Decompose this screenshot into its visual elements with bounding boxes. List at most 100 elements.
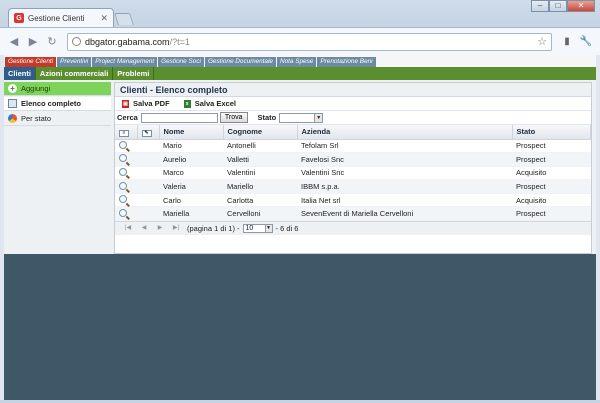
- add-icon: +: [8, 84, 17, 93]
- submenu: Clienti Azioni commerciali Problemi: [4, 67, 596, 80]
- columns-icon: ≡: [119, 129, 129, 137]
- empty-cell: [137, 206, 159, 222]
- view-cell[interactable]: [115, 206, 137, 222]
- cell-nome: Aurelio: [159, 152, 223, 167]
- empty-cell: [137, 152, 159, 167]
- column-edit[interactable]: ✎: [137, 125, 160, 140]
- bookmark-star-icon[interactable]: ☆: [537, 35, 547, 48]
- browser-tab[interactable]: G Gestione Clienti ✕: [8, 8, 114, 27]
- window-controls: – □ ✕: [531, 0, 595, 12]
- module-nota-spese[interactable]: Nota Spese: [276, 57, 317, 67]
- magnifier-icon[interactable]: [119, 208, 127, 217]
- forward-icon[interactable]: ▶: [25, 34, 41, 50]
- back-icon[interactable]: ◀: [6, 34, 22, 50]
- close-window-button[interactable]: ✕: [567, 0, 595, 12]
- column-header-nome[interactable]: Nome: [159, 125, 224, 140]
- table-row[interactable]: Marco Valentini Valentini Snc Acquisito: [115, 166, 591, 181]
- search-input[interactable]: [140, 112, 218, 123]
- table-row[interactable]: Valeria Mariello IBBM s.p.a. Prospect: [115, 179, 591, 194]
- view-cell[interactable]: [115, 193, 137, 208]
- empty-cell: [137, 139, 159, 154]
- submenu-clienti[interactable]: Clienti: [4, 67, 36, 80]
- page-size-value: 10: [245, 225, 254, 233]
- status-select[interactable]: ▼: [279, 112, 324, 123]
- signal-icon[interactable]: ▮: [559, 34, 575, 50]
- tab-title: Gestione Clienti: [28, 13, 85, 23]
- app-window: Gestione Clienti Preventivi Project Mana…: [4, 55, 596, 254]
- column-selector[interactable]: ≡: [115, 125, 138, 140]
- magnifier-icon[interactable]: [119, 181, 127, 190]
- address-bar[interactable]: dbgator.gabama.com /?t=1 ☆: [67, 32, 552, 51]
- first-page-icon[interactable]: |◀: [123, 224, 133, 233]
- module-prenotazione-beni[interactable]: Prenotazione Beni: [317, 57, 376, 67]
- save-pdf-label: Salva PDF: [133, 99, 170, 108]
- sidebar-item-label: Elenco completo: [21, 99, 82, 108]
- browser-chrome: G Gestione Clienti ✕ – □ ✕ ◀ ▶ ↻ dbgator…: [0, 0, 600, 55]
- module-menu: Gestione Clienti Preventivi Project Mana…: [4, 55, 596, 67]
- minimize-button[interactable]: –: [531, 0, 549, 12]
- new-tab-button[interactable]: [114, 13, 134, 25]
- sidebar: + Aggiungi Elenco completo Per stato: [4, 80, 111, 254]
- chevron-down-icon: ▼: [264, 225, 272, 233]
- reload-icon[interactable]: ↻: [44, 34, 60, 50]
- prev-page-icon[interactable]: ◀: [139, 224, 149, 233]
- cell-azienda: Italia Net srl: [297, 193, 512, 208]
- sidebar-item-aggiungi[interactable]: + Aggiungi: [4, 82, 111, 96]
- view-cell[interactable]: [115, 139, 137, 154]
- cell-cognome: Valentini: [223, 166, 297, 181]
- view-cell[interactable]: [115, 179, 137, 194]
- last-page-icon[interactable]: ▶|: [171, 224, 181, 233]
- magnifier-icon[interactable]: [119, 140, 127, 149]
- maximize-button[interactable]: □: [549, 0, 567, 12]
- globe-icon: [72, 37, 81, 46]
- cell-stato: Acquisito: [512, 166, 591, 181]
- table-row[interactable]: Aurelio Valletti Favelosi Snc Prospect: [115, 152, 591, 167]
- page-size-select[interactable]: 10 ▼: [242, 224, 273, 234]
- module-gestione-soci[interactable]: Gestione Soci: [158, 57, 204, 67]
- pie-chart-icon: [8, 114, 17, 123]
- cell-nome: Mariella: [159, 206, 223, 222]
- module-project-management[interactable]: Project Management: [92, 57, 158, 67]
- cell-nome: Mario: [159, 139, 223, 154]
- view-cell[interactable]: [115, 166, 137, 181]
- find-button[interactable]: Trova: [219, 112, 248, 123]
- table-row[interactable]: Mario Antonelli Tefolam Srl Prospect: [115, 139, 591, 154]
- page-info: (pagina 1 di 1) -: [187, 224, 240, 234]
- submenu-azioni-commerciali[interactable]: Azioni commerciali: [36, 67, 114, 80]
- cell-stato: Prospect: [512, 206, 591, 222]
- sidebar-item-elenco-completo[interactable]: Elenco completo: [4, 97, 111, 111]
- magnifier-icon[interactable]: [119, 167, 127, 176]
- edit-icon: ✎: [141, 129, 152, 137]
- wrench-icon[interactable]: 🔧: [578, 34, 594, 50]
- cell-stato: Prospect: [512, 179, 591, 194]
- next-page-icon[interactable]: ▶: [155, 224, 165, 233]
- module-gestione-clienti[interactable]: Gestione Clienti: [5, 57, 57, 67]
- table-row[interactable]: Mariella Cervelloni SevenEvent di Mariel…: [115, 206, 591, 222]
- submenu-problemi[interactable]: Problemi: [113, 67, 155, 80]
- save-excel-button[interactable]: x Salva Excel: [183, 99, 236, 108]
- cell-cognome: Valletti: [223, 152, 297, 167]
- save-excel-label: Salva Excel: [194, 99, 236, 108]
- sidebar-item-label: Aggiungi: [21, 84, 51, 93]
- empty-cell: [137, 166, 159, 181]
- browser-toolbar: ◀ ▶ ↻ dbgator.gabama.com /?t=1 ☆ ▮ 🔧: [0, 27, 600, 55]
- magnifier-icon[interactable]: [119, 154, 127, 163]
- cell-cognome: Cervelloni: [223, 206, 297, 222]
- actions-bar: ▣ Salva PDF x Salva Excel: [115, 97, 591, 111]
- cell-stato: Prospect: [512, 139, 591, 154]
- column-header-cognome[interactable]: Cognome: [223, 125, 298, 140]
- sidebar-item-per-stato[interactable]: Per stato: [4, 112, 111, 126]
- magnifier-icon[interactable]: [119, 195, 127, 204]
- module-gestione-documentale[interactable]: Gestione Documentale: [204, 57, 276, 67]
- save-pdf-button[interactable]: ▣ Salva PDF: [122, 99, 170, 108]
- cell-azienda: Favelosi Snc: [297, 152, 512, 167]
- main-panel: Clienti - Elenco completo ▣ Salva PDF x …: [114, 82, 592, 254]
- column-header-stato[interactable]: Stato: [512, 125, 591, 140]
- pdf-icon: ▣: [122, 99, 129, 108]
- column-header-azienda[interactable]: Azienda: [297, 125, 513, 140]
- module-preventivi[interactable]: Preventivi: [57, 57, 92, 67]
- close-tab-icon[interactable]: ✕: [100, 13, 108, 24]
- table-row[interactable]: Carlo Carlotta Italia Net srl Acquisito: [115, 193, 591, 208]
- cell-nome: Carlo: [159, 193, 223, 208]
- view-cell[interactable]: [115, 152, 137, 167]
